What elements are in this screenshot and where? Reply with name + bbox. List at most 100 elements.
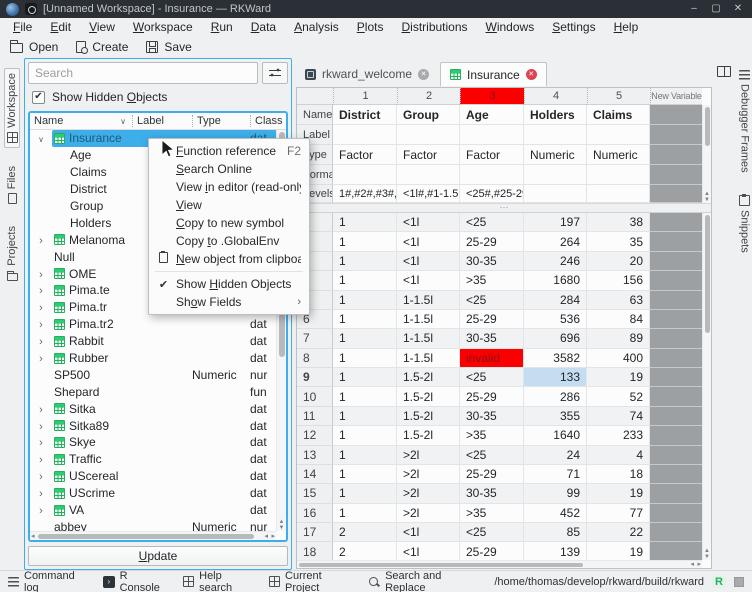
data-cell[interactable]: 264 [524, 232, 587, 251]
tree-item-body[interactable]: UScrimedat [52, 485, 276, 502]
meta-cell[interactable] [524, 165, 587, 185]
tree-item-body[interactable]: Skyedat [52, 434, 276, 451]
data-cell[interactable]: 156 [587, 271, 650, 290]
meta-cell[interactable]: District [333, 105, 397, 125]
tab-close-icon[interactable]: ✕ [418, 69, 429, 80]
column-header-1[interactable]: 1 [333, 88, 397, 105]
data-cell[interactable]: 1.5-2l [397, 407, 460, 426]
meta-cell[interactable]: <1l#,#1-1.5l#,... [397, 185, 460, 203]
statusbar-r-console[interactable]: ›R Console [103, 570, 168, 592]
new-variable-cell[interactable] [650, 105, 702, 125]
tree-item-body[interactable]: abbeyNumericnur [52, 518, 276, 531]
expand-arrow-icon[interactable]: › [39, 471, 43, 483]
data-cell[interactable]: 1 [333, 291, 397, 310]
meta-cell[interactable] [587, 185, 650, 203]
row-header-10[interactable]: 10 [297, 387, 333, 406]
data-cell[interactable]: 25-29 [460, 232, 524, 251]
tree-expand-gutter[interactable]: › [30, 486, 52, 500]
data-cell[interactable]: 19 [587, 542, 650, 561]
data-cell[interactable]: 63 [587, 291, 650, 310]
meta-cell[interactable]: Factor [397, 145, 460, 165]
tree-expand-gutter[interactable]: › [30, 351, 52, 365]
tree-hscroll-right-arrow[interactable]: ◂ [264, 532, 268, 541]
data-cell[interactable]: 1 [333, 387, 397, 406]
expand-arrow-icon[interactable]: › [39, 302, 43, 314]
meta-cell[interactable] [524, 125, 587, 145]
new-variable-cell[interactable] [650, 407, 702, 426]
menu-item-show-hidden-objects[interactable]: ✔Show Hidden Objects [149, 275, 309, 293]
new-variable-cell[interactable] [650, 271, 702, 290]
meta-cell[interactable]: Numeric [524, 145, 587, 165]
new-variable-cell[interactable] [650, 310, 702, 329]
tree-expand-gutter[interactable]: › [30, 317, 52, 331]
data-cell[interactable]: 25-29 [460, 542, 524, 561]
data-cell[interactable]: 30-35 [460, 329, 524, 348]
tree-item-body[interactable]: VAdat [52, 502, 276, 519]
menu-analysis[interactable]: Analysis [285, 19, 348, 35]
tree-item-uscrime[interactable]: › UScrimedat [30, 485, 276, 502]
row-header-7[interactable]: 7 [297, 329, 333, 348]
meta-vscroll-arrows[interactable]: ▲▼ [703, 191, 711, 203]
meta-cell[interactable]: Group [397, 105, 460, 125]
data-cell[interactable]: 84 [587, 310, 650, 329]
new-variable-cell[interactable] [650, 185, 702, 203]
meta-cell[interactable] [587, 165, 650, 185]
data-cell[interactable]: 284 [524, 291, 587, 310]
new-variable-cell[interactable] [650, 213, 702, 232]
data-cell[interactable]: 1.5-2l [397, 387, 460, 406]
tree-item-body[interactable]: Sitka89dat [52, 417, 276, 434]
data-cell[interactable]: 1 [333, 504, 397, 523]
row-header-13[interactable]: 13 [297, 446, 333, 465]
tree-column-class[interactable]: Class [250, 115, 286, 127]
data-cell[interactable]: 1640 [524, 426, 587, 445]
new-variable-cell[interactable] [650, 165, 702, 185]
tree-expand-gutter[interactable]: › [30, 469, 52, 483]
data-cell[interactable]: 99 [524, 484, 587, 503]
tree-item-body[interactable]: UScerealdat [52, 468, 276, 485]
create-button[interactable]: Create [76, 40, 128, 54]
new-variable-cell[interactable] [650, 252, 702, 271]
tab-close-icon[interactable]: ✕ [526, 69, 537, 80]
tree-item-sitka[interactable]: ›Sitkadat [30, 400, 276, 417]
data-cell[interactable]: <1l [397, 252, 460, 271]
data-cell[interactable]: <25 [460, 291, 524, 310]
new-variable-cell[interactable] [650, 446, 702, 465]
data-cell[interactable]: 19 [587, 368, 650, 387]
tree-hscroll-thumb[interactable] [38, 534, 254, 539]
data-cell[interactable]: 24 [524, 446, 587, 465]
new-variable-cell[interactable] [650, 232, 702, 251]
data-cell[interactable]: >2l [397, 484, 460, 503]
data-cell[interactable]: >2l [397, 504, 460, 523]
tree-item-body[interactable]: Rubberdat [52, 350, 276, 367]
data-cell[interactable]: <25 [460, 523, 524, 542]
data-cell[interactable]: 1 [333, 213, 397, 232]
tree-column-name[interactable]: Name∨ [30, 115, 132, 127]
expand-arrow-icon[interactable]: › [39, 235, 43, 247]
tree-item-sitka89[interactable]: ›Sitka89dat [30, 417, 276, 434]
data-vscroll-arrows[interactable]: ▲▼ [703, 548, 711, 560]
data-cell[interactable]: 1 [333, 271, 397, 290]
tree-horizontal-scrollbar[interactable]: ◂ ◂ ▸ [30, 531, 276, 540]
menu-view[interactable]: View [80, 19, 124, 35]
tree-item-body[interactable]: Trafficdat [52, 451, 276, 468]
menu-help[interactable]: Help [605, 19, 648, 35]
menu-workspace[interactable]: Workspace [124, 19, 202, 35]
data-cell[interactable]: <25 [460, 213, 524, 232]
meta-cell[interactable] [460, 125, 524, 145]
menu-item-view-in-editor-read-only-[interactable]: View in editor (read-only) [149, 178, 309, 196]
document-tab-insurance[interactable]: Insurance✕ [440, 62, 547, 86]
collapse-arrow-icon[interactable]: ∨ [38, 135, 44, 144]
statusbar-search-and-replace[interactable]: Search and Replace [369, 570, 479, 592]
close-button[interactable]: ✕ [730, 0, 746, 18]
menu-item-show-fields[interactable]: Show Fields› [149, 293, 309, 311]
data-cell[interactable]: 1 [333, 368, 397, 387]
tree-expand-gutter[interactable]: › [30, 267, 52, 281]
expand-arrow-icon[interactable]: › [39, 488, 43, 500]
data-cell[interactable]: 1 [333, 349, 397, 368]
data-cell[interactable]: 25-29 [460, 387, 524, 406]
tree-item-traffic[interactable]: ›Trafficdat [30, 451, 276, 468]
dock-tab-debugger-frames[interactable]: Debugger Frames [738, 66, 752, 177]
data-cell[interactable]: 1-1.5l [397, 310, 460, 329]
dock-tab-snippets[interactable]: Snippets [738, 191, 752, 257]
new-variable-cell[interactable] [650, 387, 702, 406]
